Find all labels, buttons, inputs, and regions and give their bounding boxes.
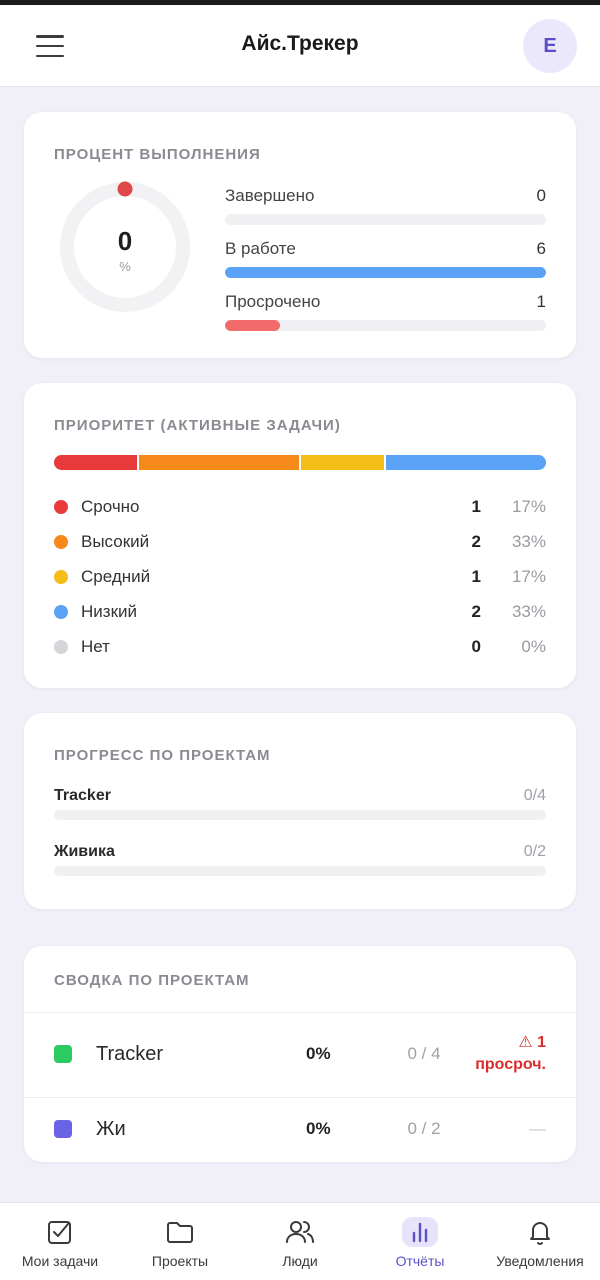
nav-my-tasks[interactable]: Мои задачи: [0, 1203, 120, 1280]
summary-row[interactable]: Tracker 0% 0 / 4 ⚠ 1 просроч.: [54, 1034, 546, 1074]
priority-title: ПРИОРИТЕТ (АКТИВНЫЕ ЗАДАЧИ): [54, 417, 341, 434]
stat-label: Завершено: [225, 186, 315, 205]
bottom-navigation: Мои задачи Проекты Люди Отчёты Уведомлен…: [0, 1202, 600, 1280]
priority-count: 2: [471, 601, 481, 621]
stat-bar-fill: [225, 267, 546, 278]
donut-progress-marker: [117, 181, 133, 197]
stat-label: В работе: [225, 239, 296, 258]
project-ratio: 0/2: [523, 843, 546, 860]
divider: [24, 1097, 576, 1098]
priority-item-none: Нет 0 0%: [54, 629, 546, 664]
stat-bar-fill: [225, 320, 280, 331]
priority-label: Срочно: [81, 496, 140, 516]
project-ratio: 0 / 4: [407, 1044, 441, 1063]
nav-notifications[interactable]: Уведомления: [480, 1203, 600, 1280]
priority-list: Срочно 1 17% Высокий 2 33% Средний 1 17%…: [54, 489, 546, 664]
priority-dot: [54, 499, 68, 514]
priority-card: ПРИОРИТЕТ (АКТИВНЫЕ ЗАДАЧИ) Срочно 1 17%…: [24, 383, 576, 688]
project-color-swatch: [54, 1045, 72, 1063]
project-percent: 0%: [306, 1044, 331, 1063]
stat-bar: [225, 214, 546, 225]
priority-dot: [54, 639, 68, 654]
project-summary-card: СВОДКА ПО ПРОЕКТАМ Tracker 0% 0 / 4 ⚠ 1 …: [24, 946, 576, 1162]
priority-segment: [138, 455, 299, 470]
project-color-swatch: [54, 1120, 72, 1138]
project-progress-row[interactable]: Живика 0/2: [54, 843, 546, 876]
priority-count: 0: [471, 636, 481, 656]
nav-reports[interactable]: Отчёты: [360, 1203, 480, 1280]
folder-icon: [162, 1217, 198, 1247]
priority-percent: 0%: [521, 636, 546, 656]
priority-item-low: Низкий 2 33%: [54, 594, 546, 629]
checkbox-icon: [42, 1217, 78, 1247]
project-ratio: 0/4: [523, 787, 546, 804]
priority-distribution-bar: [54, 455, 546, 470]
stat-bar: [225, 267, 546, 278]
app-bar: Айс.Трекер E: [0, 5, 600, 87]
project-progress-bar: [54, 810, 546, 820]
no-overdue-placeholder: —: [529, 1119, 546, 1138]
priority-segment: [385, 455, 546, 470]
bell-icon: [522, 1217, 558, 1247]
overdue-label: просроч.: [475, 1056, 546, 1073]
nav-projects[interactable]: Проекты: [120, 1203, 240, 1280]
priority-item-urgent: Срочно 1 17%: [54, 489, 546, 524]
people-icon: [282, 1217, 318, 1247]
priority-percent: 33%: [511, 531, 546, 551]
priority-count: 2: [471, 531, 481, 551]
priority-dot: [54, 534, 68, 549]
summary-row[interactable]: Жи 0% 0 / 2 —: [54, 1109, 546, 1149]
project-progress-title: ПРОГРЕСС ПО ПРОЕКТАМ: [54, 747, 271, 764]
completion-card: ПРОЦЕНТ ВЫПОЛНЕНИЯ 0 % Завершено 0 В раб…: [24, 112, 576, 358]
priority-dot: [54, 604, 68, 619]
project-summary-title: СВОДКА ПО ПРОЕКТАМ: [54, 972, 250, 989]
priority-segment: [54, 455, 137, 470]
bar-chart-icon: [402, 1217, 438, 1247]
project-name: Живика: [54, 843, 115, 860]
stat-count: 6: [536, 239, 546, 258]
priority-percent: 33%: [511, 601, 546, 621]
project-name: Tracker: [54, 787, 111, 804]
project-progress-row[interactable]: Tracker 0/4: [54, 787, 546, 820]
nav-label: Отчёты: [395, 1253, 445, 1269]
overdue-count: ⚠ 1: [518, 1034, 546, 1051]
stat-in-progress: В работе 6: [225, 239, 546, 278]
completion-title: ПРОЦЕНТ ВЫПОЛНЕНИЯ: [54, 146, 261, 163]
nav-label: Проекты: [151, 1253, 209, 1269]
overdue-badge: ⚠ 1 просроч.: [464, 1032, 546, 1076]
priority-item-high: Высокий 2 33%: [54, 524, 546, 559]
priority-count: 1: [471, 496, 481, 516]
priority-count: 1: [471, 566, 481, 586]
project-name: Жи: [96, 1117, 126, 1140]
stat-count: 0: [536, 186, 546, 205]
nav-label: Уведомления: [496, 1253, 584, 1269]
completion-percent-value: 0: [117, 226, 133, 256]
avatar[interactable]: E: [523, 19, 577, 73]
project-progress-card: ПРОГРЕСС ПО ПРОЕКТАМ Tracker 0/4 Живика …: [24, 713, 576, 909]
project-name: Tracker: [96, 1042, 164, 1065]
priority-dot: [54, 569, 68, 584]
completion-percent-unit: %: [119, 259, 131, 274]
priority-label: Средний: [81, 566, 151, 586]
priority-label: Высокий: [81, 531, 150, 551]
priority-label: Низкий: [81, 601, 137, 621]
priority-percent: 17%: [511, 566, 546, 586]
page-title: Айс.Трекер: [241, 32, 359, 55]
priority-percent: 17%: [511, 496, 546, 516]
priority-segment: [301, 455, 384, 470]
project-percent: 0%: [306, 1119, 331, 1138]
nav-label: Люди: [282, 1253, 318, 1269]
stat-count: 1: [536, 292, 546, 311]
project-ratio: 0 / 2: [407, 1119, 441, 1138]
nav-people[interactable]: Люди: [240, 1203, 360, 1280]
nav-label: Мои задачи: [21, 1253, 99, 1269]
stat-overdue: Просрочено 1: [225, 292, 546, 331]
divider: [24, 1012, 576, 1013]
priority-item-medium: Средний 1 17%: [54, 559, 546, 594]
stat-bar: [225, 320, 546, 331]
stat-completed: Завершено 0: [225, 186, 546, 225]
priority-label: Нет: [81, 636, 110, 656]
project-progress-bar: [54, 866, 546, 876]
stat-label: Просрочено: [225, 292, 321, 311]
